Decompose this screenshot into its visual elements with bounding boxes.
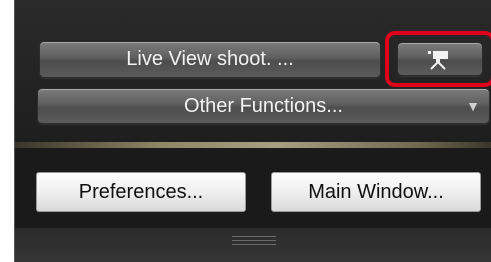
main-window-label: Main Window... <box>308 180 444 203</box>
eos-utility-panel: Live View shoot. ... Other Functions... … <box>14 0 491 262</box>
movie-shooting-button[interactable] <box>397 42 483 76</box>
other-functions-dropdown[interactable]: Other Functions... ▼ <box>37 88 490 124</box>
triangle-down-icon: ▼ <box>466 98 480 114</box>
live-view-shoot-button[interactable]: Live View shoot. ... <box>39 41 381 78</box>
movie-camera-icon <box>428 51 448 70</box>
live-view-shoot-label: Live View shoot. ... <box>126 48 294 70</box>
resize-grip-icon[interactable] <box>232 236 276 246</box>
main-window-button[interactable]: Main Window... <box>271 172 481 212</box>
other-functions-label: Other Functions... <box>184 94 343 117</box>
highlight-box <box>385 31 491 87</box>
preferences-button[interactable]: Preferences... <box>36 172 246 212</box>
preferences-label: Preferences... <box>78 180 204 203</box>
